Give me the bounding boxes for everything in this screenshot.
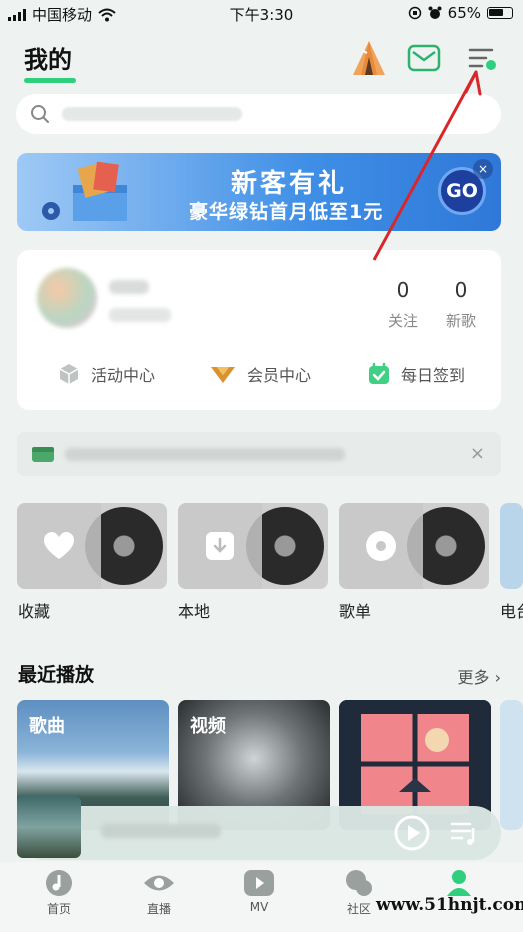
download-icon: [178, 503, 262, 589]
playlist-icon[interactable]: [449, 818, 479, 848]
message-icon[interactable]: [404, 38, 444, 78]
notice-bar[interactable]: ×: [17, 432, 501, 476]
disc-icon: [339, 503, 423, 589]
tab-label: 直播: [146, 902, 171, 916]
card-label: 歌曲: [29, 716, 65, 737]
banner-subline: 豪华绿钻首月低至1元: [189, 201, 384, 223]
watermark: www.51hnjt.com: [376, 895, 523, 915]
quick-label-radio: 电台: [500, 602, 523, 621]
calendar-check-icon: [369, 362, 389, 384]
profile-card: 0 关注 0 新歌 活动中心 会员中心 每日签到: [17, 250, 501, 410]
status-right: 65%: [408, 4, 513, 22]
menu-vip-center[interactable]: 会员中心: [209, 362, 311, 386]
tab-label: 社区: [346, 902, 371, 916]
tab-label: 首页: [46, 902, 71, 916]
heart-icon: [17, 503, 101, 589]
quick-label-local: 本地: [178, 602, 211, 621]
community-icon: [346, 870, 372, 896]
stat-label: 新歌: [445, 312, 476, 330]
search-input[interactable]: [62, 107, 242, 121]
now-playing-title: [101, 824, 221, 838]
quick-label-favorites: 收藏: [18, 602, 51, 621]
stat-following[interactable]: 0 关注: [378, 278, 428, 331]
menu-label: 会员中心: [247, 366, 312, 385]
search-icon: [31, 105, 49, 123]
promo-banner[interactable]: 新客有礼 豪华绿钻首月低至1元 GO ×: [17, 153, 501, 231]
eye-icon: [144, 875, 174, 891]
avatar[interactable]: [37, 268, 97, 328]
page-title: 我的: [24, 46, 72, 74]
diamond-icon: [211, 367, 235, 383]
menu-icon[interactable]: [462, 38, 502, 78]
menu-daily-checkin[interactable]: 每日签到: [367, 362, 465, 386]
menu-label: 每日签到: [401, 366, 466, 385]
alarm-icon: [428, 6, 442, 19]
username[interactable]: [109, 280, 149, 294]
stat-value: 0: [454, 278, 468, 302]
stat-value: 0: [396, 278, 410, 302]
stat-label: 关注: [387, 312, 418, 330]
now-playing-cover[interactable]: [17, 796, 81, 858]
recent-section-title: 最近播放: [18, 664, 95, 686]
user-subtitle: [109, 308, 171, 322]
notice-text: [65, 447, 345, 461]
notice-icon: [32, 447, 54, 462]
orientation-lock-icon: [408, 6, 421, 20]
quick-favorites[interactable]: [17, 503, 167, 589]
tab-live[interactable]: 直播: [129, 868, 189, 917]
search-bar[interactable]: [16, 94, 501, 134]
battery-percent: 65%: [447, 4, 481, 22]
recent-more-link[interactable]: 更多 ›: [457, 664, 501, 688]
chevron-right-icon: ›: [494, 668, 501, 687]
header: 我的: [0, 38, 523, 83]
banner-close-button[interactable]: ×: [473, 159, 493, 179]
quick-local[interactable]: [178, 503, 328, 589]
quick-label-playlists: 歌单: [339, 602, 372, 621]
more-label: 更多: [457, 668, 490, 687]
quick-radio[interactable]: [500, 503, 523, 589]
tab-mv[interactable]: MV: [229, 868, 289, 914]
menu-activity-center[interactable]: 活动中心: [57, 362, 155, 386]
profile-active-icon: [447, 870, 471, 896]
stat-new-songs[interactable]: 0 新歌: [436, 278, 486, 331]
video-play-icon: [244, 870, 274, 896]
quick-playlists[interactable]: [339, 503, 489, 589]
battery-icon: [487, 7, 513, 19]
play-icon[interactable]: [393, 814, 431, 852]
tab-label: MV: [249, 900, 269, 914]
title-underline: [24, 78, 76, 83]
tab-home[interactable]: 首页: [29, 868, 89, 917]
card-label: 视频: [190, 716, 226, 737]
recent-card-next[interactable]: [500, 700, 523, 830]
mini-player[interactable]: [17, 796, 501, 860]
menu-label: 活动中心: [91, 366, 156, 385]
banner-headline: 新客有礼: [231, 169, 348, 199]
home-icon: [46, 870, 72, 896]
gift-box-icon: [42, 161, 127, 221]
notice-close-button[interactable]: ×: [470, 443, 485, 464]
tent-icon[interactable]: [349, 38, 389, 78]
status-bar: 中国移动 下午3:30 65%: [0, 0, 523, 28]
cube-icon: [59, 364, 79, 384]
